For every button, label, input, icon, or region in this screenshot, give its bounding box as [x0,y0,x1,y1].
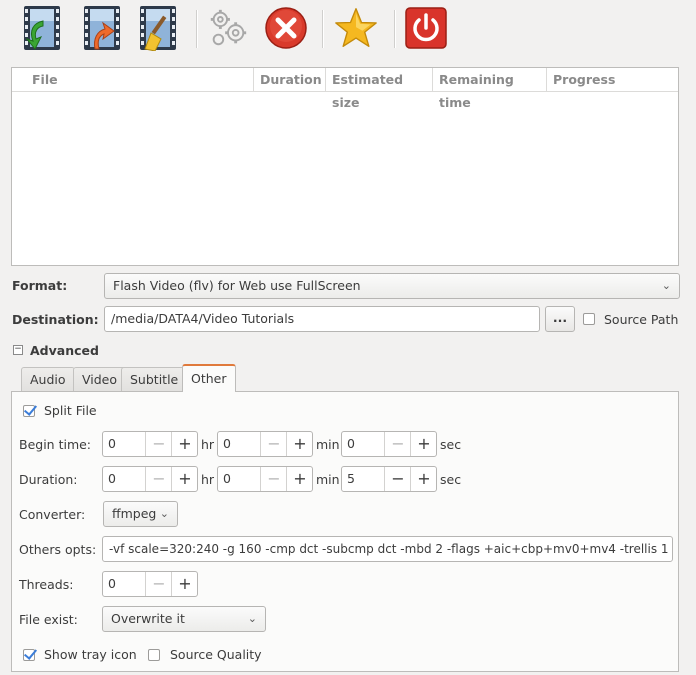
cancel-button[interactable] [264,4,308,52]
column-file[interactable]: File [26,68,264,91]
format-label: Format: [12,278,68,293]
minus-icon[interactable]: − [145,467,172,491]
quit-power-icon [405,7,447,49]
hr-unit-label: hr [201,437,215,452]
column-duration[interactable]: Duration [253,68,327,91]
chevron-down-icon: ⌄ [247,612,257,625]
begin-time-sec-spin[interactable]: 0 − + [341,431,437,457]
show-tray-icon-checkbox[interactable] [23,649,35,661]
spin-value: 5 [347,471,355,486]
spin-value: 0 [108,576,116,591]
threads-label: Threads: [19,577,74,592]
minus-icon[interactable]: − [384,432,411,456]
show-tray-icon-label: Show tray icon [44,647,137,662]
toolbar-separator [322,10,324,48]
split-file-label: Split File [44,403,97,418]
chevron-down-icon: ⌄ [159,507,169,520]
minus-icon[interactable]: − [384,467,411,491]
format-select[interactable]: Flash Video (flv) for Web use FullScreen… [104,273,680,299]
toolbar-separator [394,10,396,48]
others-opts-input[interactable]: -vf scale=320:240 -g 160 -cmp dct -subcm… [102,536,673,562]
quit-button[interactable] [404,4,448,52]
collapse-icon: − [14,344,22,354]
chevron-down-icon: ⌄ [661,279,671,292]
browse-button[interactable]: ... [545,306,575,332]
spin-value: 0 [347,436,355,451]
split-file-checkbox[interactable] [23,405,35,417]
favorite-button[interactable] [334,4,378,52]
minus-icon[interactable]: − [260,432,287,456]
spin-value: 0 [108,471,116,486]
plus-icon[interactable]: + [410,467,437,491]
toolbar-separator [196,10,198,48]
column-remaining-time[interactable]: Remaining time [432,68,546,110]
cancel-icon [265,7,307,49]
file-exist-select[interactable]: Overwrite it ⌄ [102,606,266,632]
settings-button[interactable] [206,4,250,52]
settings-gears-icon [210,9,247,46]
minus-icon[interactable]: − [260,467,287,491]
minus-icon[interactable]: − [145,572,172,596]
tab-subtitle[interactable]: Subtitle [121,367,188,391]
minus-icon[interactable]: − [145,432,172,456]
tab-audio[interactable]: Audio [21,367,75,391]
plus-icon[interactable]: + [171,572,198,596]
duration-sec-spin[interactable]: 5 − + [341,466,437,492]
source-path-label: Source Path [604,312,679,327]
advanced-label: Advanced [30,343,99,358]
favorite-star-icon [335,8,377,48]
destination-label: Destination: [12,312,99,327]
plus-icon[interactable]: + [171,432,198,456]
add-file-button[interactable] [20,4,64,52]
add-file-icon [24,6,60,50]
begin-time-label: Begin time: [19,437,92,452]
hr-unit-label: hr [201,472,215,487]
converter-select[interactable]: ffmpeg ⌄ [103,501,178,527]
convert-button[interactable] [80,4,124,52]
plus-icon[interactable]: + [286,467,313,491]
column-progress[interactable]: Progress [546,68,678,91]
others-opts-label: Others opts: [19,542,97,557]
spin-value: 0 [223,471,231,486]
spin-value: 0 [108,436,116,451]
clear-list-button[interactable] [136,4,180,52]
begin-time-min-spin[interactable]: 0 − + [217,431,313,457]
advanced-toggle[interactable]: − [13,345,23,355]
duration-hr-spin[interactable]: 0 − + [102,466,198,492]
destination-input[interactable]: /media/DATA4/Video Tutorials [104,306,540,332]
min-unit-label: min [316,437,340,452]
file-list-header: File Duration Estimated size Remaining t… [12,68,678,110]
plus-icon[interactable]: + [171,467,198,491]
format-value: Flash Video (flv) for Web use FullScreen [113,278,361,293]
duration-min-spin[interactable]: 0 − + [217,466,313,492]
source-path-checkbox[interactable] [583,313,595,325]
file-exist-value: Overwrite it [111,611,185,626]
spin-value: 0 [223,436,231,451]
min-unit-label: min [316,472,340,487]
clear-list-icon [140,6,176,51]
converter-value: ffmpeg [112,506,157,521]
column-estimated-size[interactable]: Estimated size [325,68,433,110]
plus-icon[interactable]: + [410,432,437,456]
file-list[interactable]: File Duration Estimated size Remaining t… [11,67,679,266]
source-quality-checkbox[interactable] [148,649,160,661]
source-quality-label: Source Quality [170,647,262,662]
sec-unit-label: sec [440,437,462,452]
tab-other[interactable]: Other [182,364,236,392]
plus-icon[interactable]: + [286,432,313,456]
converter-label: Converter: [19,507,86,522]
threads-spin[interactable]: 0 − + [102,571,198,597]
begin-time-hr-spin[interactable]: 0 − + [102,431,198,457]
sec-unit-label: sec [440,472,462,487]
file-exist-label: File exist: [19,612,78,627]
tab-video[interactable]: Video [73,367,127,391]
convert-icon [84,6,120,50]
duration-label: Duration: [19,472,78,487]
